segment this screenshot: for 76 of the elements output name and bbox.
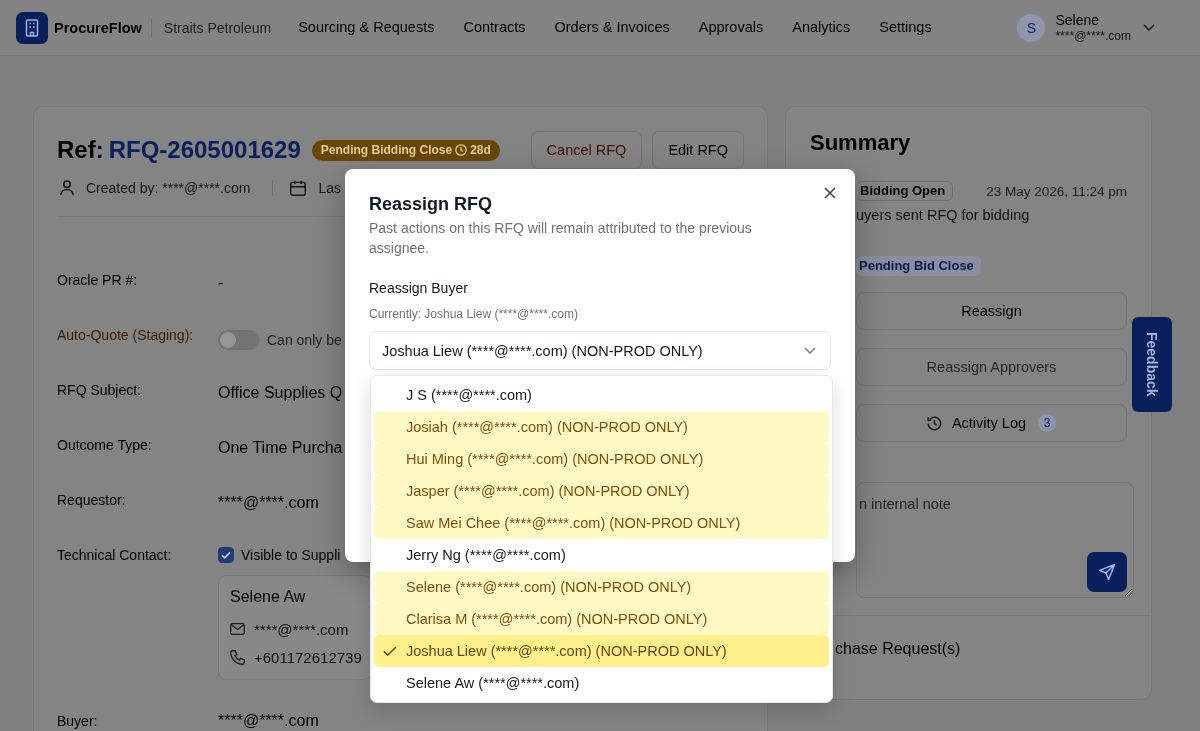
- nav-link[interactable]: Settings: [879, 14, 932, 41]
- calendar-icon: [290, 180, 307, 196]
- section-title: chase Request(s): [835, 639, 962, 659]
- avatar[interactable]: S: [1017, 13, 1046, 42]
- mail-icon: [230, 623, 245, 635]
- ref-label: Ref:: [57, 135, 104, 165]
- rfq-number: RFQ-2605001629: [108, 135, 301, 165]
- stage-tag: Pending Bid Close: [856, 256, 981, 276]
- field-label: Buyer:: [57, 712, 99, 730]
- buyer-option[interactable]: Clarisa M (****@****.com) (NON-PROD ONLY): [374, 603, 829, 635]
- chevron-down-icon: [804, 347, 816, 354]
- field-value: One Time Purcha: [218, 438, 343, 458]
- nav-link[interactable]: Contracts: [463, 14, 526, 41]
- dialog-title: Reassign RFQ: [369, 193, 493, 215]
- field-label: Reassign Buyer: [369, 279, 468, 298]
- organization-name: Straits Petroleum: [163, 19, 272, 36]
- summary-title: Summary: [810, 129, 912, 157]
- buyer-option[interactable]: Jasper (****@****.com) (NON-PROD ONLY): [374, 475, 829, 507]
- field-value: Office Supplies Q: [218, 383, 343, 403]
- field-label: Technical Contact:: [57, 546, 173, 565]
- checkbox[interactable]: [218, 547, 234, 563]
- nav-link[interactable]: Approvals: [698, 14, 764, 41]
- field-label: Outcome Type:: [57, 436, 153, 455]
- note-field[interactable]: n internal note: [856, 482, 1134, 598]
- created-by-text: Created by: ****@****.com: [86, 180, 251, 196]
- check-icon: [383, 646, 397, 656]
- buyer-option[interactable]: Josiah (****@****.com) (NON-PROD ONLY): [374, 411, 829, 443]
- last-updated-text: Las: [318, 180, 341, 196]
- status-label: Pending Bidding Close: [320, 143, 453, 157]
- buyer-option[interactable]: J S (****@****.com): [374, 379, 829, 411]
- chevron-down-icon[interactable]: [1143, 24, 1155, 31]
- user-email: ****@****.com: [1055, 28, 1131, 44]
- contact-phone: +601172612739: [254, 648, 362, 666]
- cancel-button[interactable]: Cancel RFQ: [530, 131, 643, 169]
- field-value: ****@****.com: [218, 493, 319, 513]
- field-label: Requestor:: [57, 491, 127, 510]
- nav-link[interactable]: Analytics: [792, 14, 851, 41]
- buyer-option[interactable]: Selene (****@****.com) (NON-PROD ONLY): [374, 571, 829, 603]
- feedback-tab[interactable]: Feedback: [1132, 317, 1172, 412]
- nav-link[interactable]: Orders & Invoices: [554, 14, 670, 41]
- dialog-description: Past actions on this RFQ will remain attributed to the previous assignee.: [369, 219, 753, 258]
- buyer-option[interactable]: Hui Ming (****@****.com) (NON-PROD ONLY): [374, 443, 829, 475]
- buyer-option[interactable]: Saw Mei Chee (****@****.com) (NON-PROD ONLY): [374, 507, 829, 539]
- user-name: Selene: [1055, 11, 1101, 29]
- field-value: ****@****.com: [218, 712, 319, 730]
- event-description: uyers sent RFQ for bidding: [856, 206, 1030, 225]
- field-label: Auto-Quote (Staging):: [57, 326, 195, 345]
- field-label: Oracle PR #:: [57, 271, 139, 290]
- current-buyer-text: Currently: Joshua Liew (****@****.com): [369, 306, 578, 322]
- buyer-option[interactable]: Joshua Liew (****@****.com) (NON-PROD ONLY): [374, 635, 829, 667]
- history-icon: [926, 415, 942, 431]
- edit-button[interactable]: Edit RFQ: [652, 131, 744, 169]
- send-icon: [1099, 564, 1115, 580]
- phone-icon: [230, 649, 245, 665]
- nav-link[interactable]: Sourcing & Requests: [298, 14, 435, 41]
- toggle-note: Can only be: [267, 332, 342, 348]
- reassign-button[interactable]: Reassign: [856, 292, 1127, 330]
- buyer-option[interactable]: Selene Aw (****@****.com): [374, 667, 829, 699]
- person-icon: [60, 180, 74, 196]
- brand-name: ProcureFlow: [54, 19, 142, 36]
- clock-icon: [455, 144, 468, 156]
- contact-email: ****@****.com: [254, 620, 349, 638]
- field-label: RFQ Subject:: [57, 381, 143, 400]
- activity-log-button[interactable]: Activity Log 3: [856, 404, 1127, 442]
- checkbox-label: Visible to Suppli: [241, 547, 341, 563]
- contact-name: Selene Aw: [230, 587, 307, 607]
- timestamp: 23 May 2026, 11:24 pm: [986, 183, 1127, 199]
- close-icon[interactable]: [824, 187, 836, 199]
- count-badge: 3: [1038, 414, 1057, 432]
- field-value: -: [218, 273, 224, 293]
- buyer-select[interactable]: Joshua Liew (****@****.com) (NON-PROD ONLY): [369, 331, 831, 370]
- buyer-option[interactable]: Jerry Ng (****@****.com): [374, 539, 829, 571]
- send-button[interactable]: [1087, 552, 1127, 592]
- countdown-text: 28d: [470, 143, 491, 157]
- building-icon[interactable]: [16, 11, 48, 44]
- toggle-switch[interactable]: [218, 330, 260, 350]
